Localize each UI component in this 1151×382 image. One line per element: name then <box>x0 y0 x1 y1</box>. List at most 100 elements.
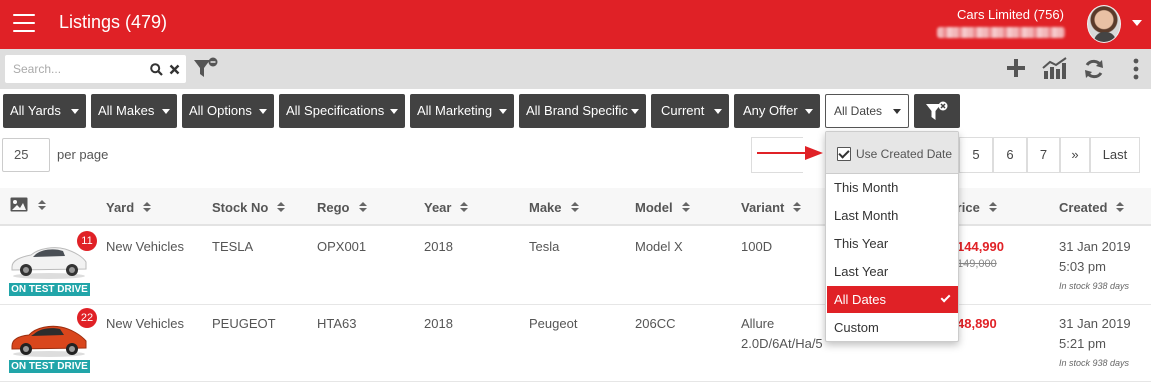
date-filter-select[interactable]: All Dates <box>825 94 909 128</box>
column-created[interactable]: Created <box>1059 200 1125 215</box>
per-page-input[interactable]: 25 <box>2 138 50 172</box>
filter-brand-specific[interactable]: All Brand Specific <box>519 94 646 128</box>
clear-filters-button[interactable] <box>914 94 960 128</box>
column-label: Stock No <box>212 200 269 215</box>
date-option-this-month[interactable]: This Month <box>827 174 958 201</box>
cell-price: 48,890 <box>957 316 997 331</box>
chevron-down-icon <box>259 109 267 114</box>
column-label: Year <box>424 200 452 215</box>
column-make[interactable]: Make <box>529 200 579 215</box>
sort-icon <box>460 202 469 213</box>
cell-year: 2018 <box>424 316 453 331</box>
funnel-remove-icon[interactable] <box>193 57 219 81</box>
page-button-5[interactable]: 5 <box>959 137 993 173</box>
cell-make: Tesla <box>529 239 560 254</box>
chevron-down-icon[interactable] <box>1132 20 1142 26</box>
column-image[interactable] <box>10 197 46 213</box>
page-button-next[interactable]: » <box>1060 137 1090 173</box>
table-header: Yard Stock No Rego Year Make Model Varia… <box>0 188 1151 226</box>
refresh-icon[interactable] <box>1083 58 1105 80</box>
use-created-date-option[interactable]: Use Created Date <box>826 132 958 174</box>
add-icon[interactable] <box>1006 58 1026 78</box>
date-option-this-year[interactable]: This Year <box>827 230 958 257</box>
cell-variant-detail: 2.0D/6At/Ha/5 <box>741 336 823 351</box>
page-button-6[interactable]: 6 <box>993 137 1027 173</box>
page-title: Listings (479) <box>59 12 168 32</box>
filter-makes[interactable]: All Makes <box>91 94 177 128</box>
redacted-user-email <box>937 27 1065 38</box>
sort-icon <box>570 202 579 213</box>
cell-yard: New Vehicles <box>106 239 185 254</box>
company-name[interactable]: Cars Limited (756) <box>957 7 1064 22</box>
chevron-down-icon <box>805 109 813 114</box>
annotation-arrow <box>757 146 823 160</box>
date-option-custom[interactable]: Custom <box>827 314 958 341</box>
page-button-hidden[interactable] <box>751 137 803 173</box>
check-icon <box>940 292 951 303</box>
date-option-label: All Dates <box>834 292 887 307</box>
search-icon[interactable] <box>150 63 163 76</box>
table-row[interactable]: 11 ON TEST DRIVE New Vehicles TESLA OPX0… <box>0 228 1151 305</box>
old-price: 149,000 <box>957 258 997 270</box>
date-filter-dropdown: Use Created Date This Month Last Month T… <box>825 131 959 342</box>
column-variant[interactable]: Variant <box>741 200 802 215</box>
column-label: Variant <box>741 200 785 215</box>
sort-icon <box>38 200 46 211</box>
search-input[interactable] <box>13 62 143 76</box>
cell-make: Peugeot <box>529 316 578 331</box>
date-option-all-dates[interactable]: All Dates <box>827 286 958 313</box>
filter-label: Any Offer <box>743 103 798 118</box>
use-created-date-label: Use Created Date <box>856 147 953 161</box>
cell-variant: Allure <box>741 316 775 331</box>
cell-rego: OPX001 <box>317 239 367 254</box>
filter-marketing[interactable]: All Marketing <box>410 94 514 128</box>
per-page-label: per page <box>57 147 109 162</box>
sort-icon <box>277 202 286 213</box>
filter-label: All Specifications <box>286 103 385 118</box>
cell-price: 144,990 <box>957 239 1004 254</box>
column-yard[interactable]: Yard <box>106 200 152 215</box>
sort-icon <box>143 202 152 213</box>
page-button-last[interactable]: Last <box>1090 137 1140 173</box>
avatar[interactable] <box>1087 5 1121 43</box>
filter-label: All Options <box>189 103 252 118</box>
column-rego[interactable]: Rego <box>317 200 367 215</box>
table-row[interactable]: 22 ON TEST DRIVE New Vehicles PEUGEOT HT… <box>0 305 1151 382</box>
filter-offer[interactable]: Any Offer <box>734 94 820 128</box>
sort-icon <box>988 202 997 213</box>
date-option-last-month[interactable]: Last Month <box>827 202 958 229</box>
page-button-7[interactable]: 7 <box>1027 137 1060 173</box>
filter-options[interactable]: All Options <box>182 94 274 128</box>
checkbox-checked-icon[interactable] <box>837 147 851 161</box>
in-stock-days: In stock 938 days <box>1059 281 1130 291</box>
chart-icon[interactable] <box>1042 57 1068 79</box>
column-year[interactable]: Year <box>424 200 469 215</box>
menu-icon[interactable] <box>13 14 35 32</box>
cell-rego: HTA63 <box>317 316 357 331</box>
chevron-down-icon <box>714 109 722 114</box>
cell-created-time: 5:03 pm <box>1059 259 1106 274</box>
filter-status[interactable]: Current <box>651 94 729 128</box>
chevron-down-icon <box>162 109 170 114</box>
cell-created-date: 31 Jan 2019 <box>1059 316 1131 331</box>
column-label: Model <box>635 200 673 215</box>
column-stock-no[interactable]: Stock No <box>212 200 286 215</box>
toolbar <box>0 49 1151 89</box>
filter-yards[interactable]: All Yards <box>3 94 86 128</box>
filter-label: Current <box>661 103 705 118</box>
chevron-down-icon <box>631 109 639 114</box>
date-option-last-year[interactable]: Last Year <box>827 258 958 285</box>
status-tag: ON TEST DRIVE <box>9 360 90 373</box>
sort-icon <box>681 202 690 213</box>
filter-specifications[interactable]: All Specifications <box>279 94 405 128</box>
more-vert-icon[interactable] <box>1133 58 1139 80</box>
chevron-down-icon <box>499 109 507 114</box>
in-stock-days: In stock 938 days <box>1059 358 1130 368</box>
cell-yard: New Vehicles <box>106 316 185 331</box>
cell-model: Model X <box>635 239 683 254</box>
app-header: Listings (479) Cars Limited (756) <box>0 0 1151 49</box>
column-model[interactable]: Model <box>635 200 690 215</box>
date-filter-value: All Dates <box>834 104 883 118</box>
filter-label: All Yards <box>10 103 61 118</box>
clear-icon[interactable] <box>169 64 180 75</box>
